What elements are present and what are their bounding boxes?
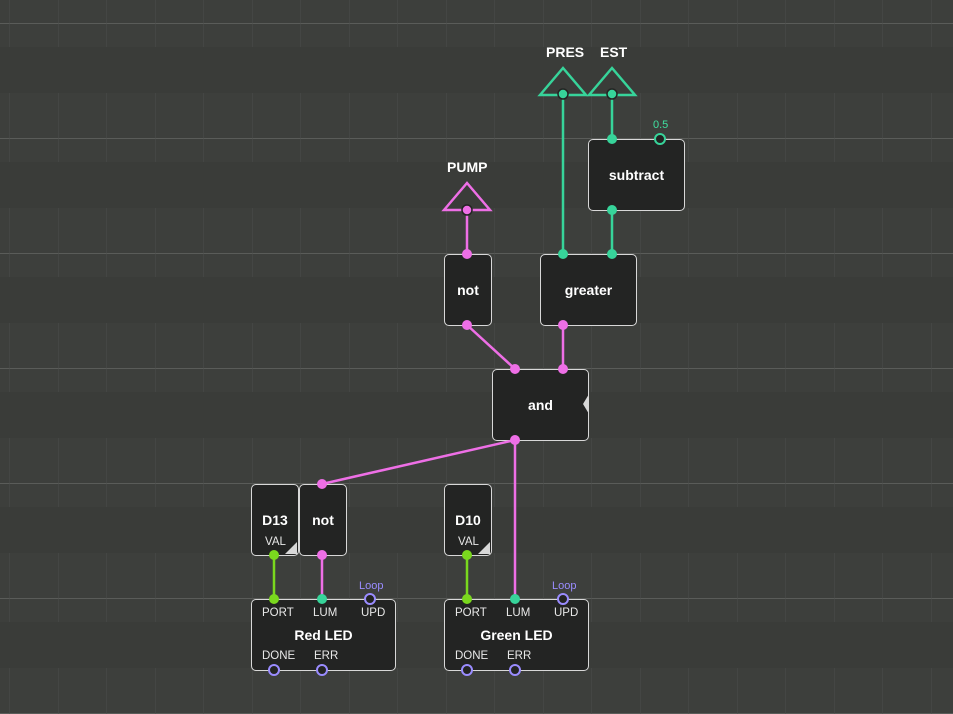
and-output-pin[interactable] (510, 435, 520, 445)
not-top-input-pin[interactable] (462, 249, 472, 259)
wire-and-to-not[interactable] (321, 438, 516, 486)
subtract-input-pin[interactable] (607, 134, 617, 144)
and-input-pin-2[interactable] (558, 364, 568, 374)
d10-output-pin[interactable] (462, 550, 472, 560)
red-led-port-pin[interactable] (269, 594, 279, 604)
green-led-upd-pin[interactable] (557, 593, 569, 605)
est-output-pin[interactable] (606, 88, 618, 100)
green-led-port-pin[interactable] (462, 594, 472, 604)
greater-input-pin-2[interactable] (607, 249, 617, 259)
d13-output-pin[interactable] (269, 550, 279, 560)
subtract-const-pin[interactable] (654, 133, 666, 145)
pres-output-pin[interactable] (557, 88, 569, 100)
red-led-upd-pin[interactable] (364, 593, 376, 605)
subtract-output-pin[interactable] (607, 205, 617, 215)
greater-input-pin-1[interactable] (558, 249, 568, 259)
green-led-lum-pin[interactable] (510, 594, 520, 604)
pump-input-pin[interactable] (461, 204, 473, 216)
wires-layer (268, 66, 666, 676)
red-led-lum-pin[interactable] (317, 594, 327, 604)
greater-output-pin[interactable] (558, 320, 568, 330)
not-top-output-pin[interactable] (462, 320, 472, 330)
green-led-done-pin[interactable] (461, 664, 473, 676)
not-bottom-output-pin[interactable] (317, 550, 327, 560)
and-input-pin-1[interactable] (510, 364, 520, 374)
wire-not-to-and[interactable] (466, 324, 516, 370)
not-bottom-input-pin[interactable] (317, 479, 327, 489)
red-led-err-pin[interactable] (316, 664, 328, 676)
green-led-err-pin[interactable] (509, 664, 521, 676)
red-led-done-pin[interactable] (268, 664, 280, 676)
